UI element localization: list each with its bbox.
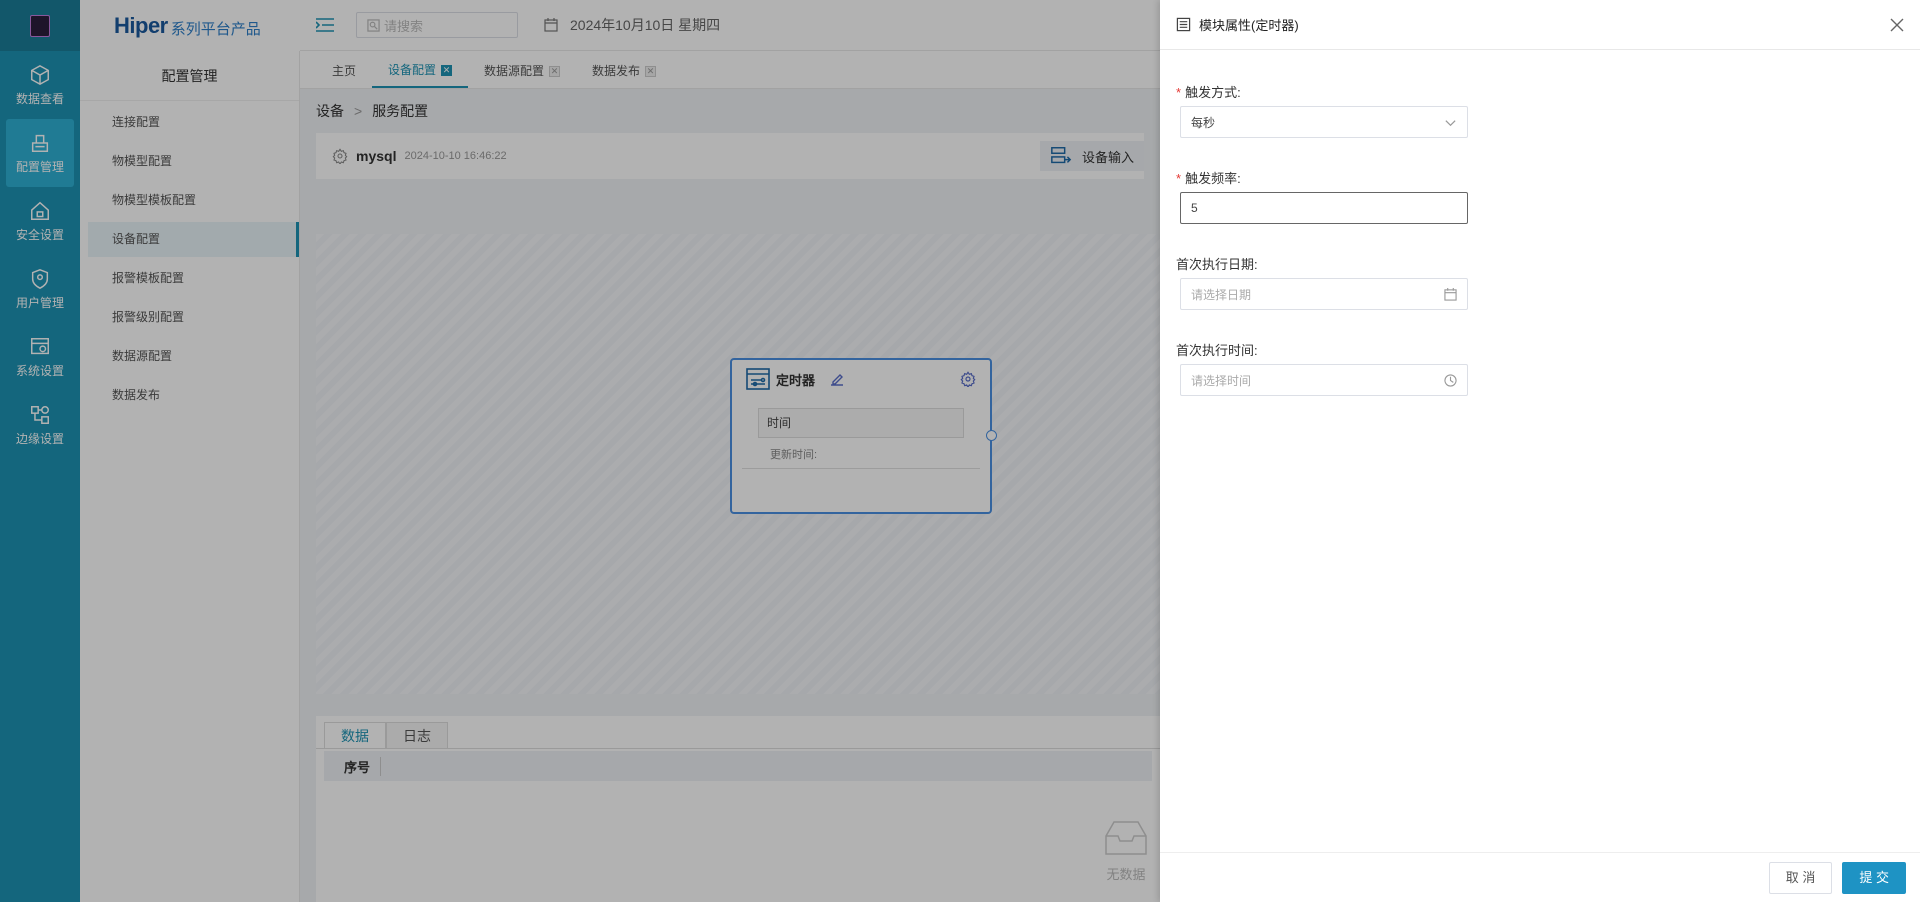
trigger-mode-label-text: 触发方式: xyxy=(1185,85,1241,100)
module-properties-drawer: 模块属性(定时器) * 触发方式: 每秒 * 触发频率: 5 首次执行日期: 请选择… xyxy=(1160,0,1920,902)
first-date-picker[interactable]: 请选择日期 xyxy=(1180,278,1468,310)
chevron-down-icon xyxy=(1445,119,1456,126)
cancel-button[interactable]: 取 消 xyxy=(1768,861,1833,894)
clock-icon xyxy=(1444,373,1457,387)
drawer-title: 模块属性(定时器) xyxy=(1199,18,1299,33)
required-mark: * xyxy=(1176,85,1182,100)
trigger-mode-value: 每秒 xyxy=(1191,115,1216,130)
submit-button[interactable]: 提 交 xyxy=(1842,861,1906,894)
first-date-placeholder: 请选择日期 xyxy=(1191,287,1252,302)
trigger-freq-label: * 触发频率: xyxy=(1176,168,1904,186)
trigger-freq-input[interactable]: 5 xyxy=(1180,192,1468,224)
modal-mask[interactable] xyxy=(0,0,1160,902)
trigger-mode-label: * 触发方式: xyxy=(1176,82,1904,100)
first-time-label-text: 首次执行时间: xyxy=(1176,343,1258,358)
first-time-picker[interactable]: 请选择时间 xyxy=(1180,364,1468,396)
first-time-placeholder: 请选择时间 xyxy=(1191,373,1252,388)
first-date-label-text: 首次执行日期: xyxy=(1176,257,1258,272)
first-date-label: 首次执行日期: xyxy=(1176,254,1904,272)
first-time-label: 首次执行时间: xyxy=(1176,340,1904,358)
drawer-footer: 取 消 提 交 xyxy=(1160,852,1920,902)
trigger-freq-label-text: 触发频率: xyxy=(1185,171,1241,186)
close-icon[interactable] xyxy=(1890,18,1904,32)
document-icon xyxy=(1176,17,1191,32)
trigger-freq-value: 5 xyxy=(1191,201,1198,215)
required-mark: * xyxy=(1176,171,1182,186)
drawer-header: 模块属性(定时器) xyxy=(1160,0,1920,50)
timer-form: * 触发方式: 每秒 * 触发频率: 5 首次执行日期: 请选择日期 首次执行时间:… xyxy=(1160,82,1920,396)
calendar-icon xyxy=(1444,287,1457,301)
trigger-mode-select[interactable]: 每秒 xyxy=(1180,106,1468,138)
